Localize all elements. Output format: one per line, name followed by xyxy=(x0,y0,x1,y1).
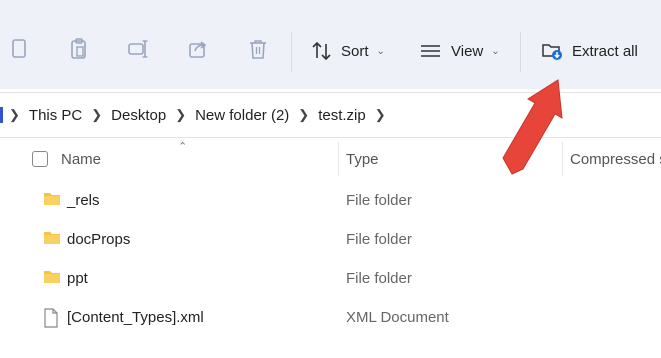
paste-icon[interactable] xyxy=(68,38,90,60)
copy-icon[interactable] xyxy=(8,38,30,60)
list-item[interactable]: _rels File folder xyxy=(0,182,661,220)
view-icon xyxy=(420,44,441,58)
list-item[interactable]: docProps File folder xyxy=(0,221,661,259)
address-edge-marker xyxy=(0,107,3,123)
folder-icon xyxy=(43,269,61,289)
chevron-down-icon: ⌄ xyxy=(491,45,500,57)
chevron-right-icon[interactable]: ❯ xyxy=(91,107,102,123)
column-header-type[interactable]: Type xyxy=(346,151,379,168)
breadcrumb-desktop[interactable]: Desktop xyxy=(111,107,166,124)
breadcrumb-new-folder[interactable]: New folder (2) xyxy=(195,107,289,124)
chevron-right-icon[interactable]: ❯ xyxy=(175,107,186,123)
chevron-right-icon[interactable]: ❯ xyxy=(375,107,386,123)
file-name: ppt xyxy=(67,270,88,287)
view-button[interactable]: View ⌄ xyxy=(420,36,500,66)
chevron-down-icon: ⌄ xyxy=(376,45,385,57)
file-name: _rels xyxy=(67,192,100,209)
view-label: View xyxy=(451,42,484,60)
file-type: File folder xyxy=(346,231,412,248)
file-name: [Content_Types].xml xyxy=(67,309,204,326)
folder-icon xyxy=(43,230,61,250)
breadcrumb-this-pc[interactable]: This PC xyxy=(29,107,82,124)
column-divider[interactable] xyxy=(338,142,339,176)
toolbar-divider xyxy=(291,32,292,72)
sort-label: Sort xyxy=(341,42,369,60)
folder-icon xyxy=(43,191,61,211)
column-header-name[interactable]: Name xyxy=(61,151,101,168)
file-type: File folder xyxy=(346,192,412,209)
file-icon xyxy=(43,308,59,332)
list-item[interactable]: [Content_Types].xml XML Document xyxy=(0,299,661,337)
list-item[interactable]: ppt File folder xyxy=(0,260,661,298)
select-all-checkbox[interactable] xyxy=(32,151,48,167)
file-type: XML Document xyxy=(346,309,449,326)
chevron-right-icon[interactable]: ❯ xyxy=(298,107,309,123)
sort-icon xyxy=(311,41,333,61)
chevron-right-icon: ❯ xyxy=(9,107,20,122)
extract-all-label: Extract all xyxy=(572,42,638,60)
sort-ascending-icon: ⌃ xyxy=(178,141,188,153)
sort-button[interactable]: Sort ⌄ xyxy=(311,36,385,66)
share-icon[interactable] xyxy=(187,38,209,60)
annotation-arrow-icon xyxy=(502,79,563,175)
extract-folder-icon xyxy=(542,41,564,61)
file-name: docProps xyxy=(67,231,131,248)
delete-icon[interactable] xyxy=(247,38,269,60)
breadcrumb-test-zip[interactable]: test.zip xyxy=(318,107,366,124)
file-type: File folder xyxy=(346,270,412,287)
rename-icon[interactable] xyxy=(127,38,149,60)
